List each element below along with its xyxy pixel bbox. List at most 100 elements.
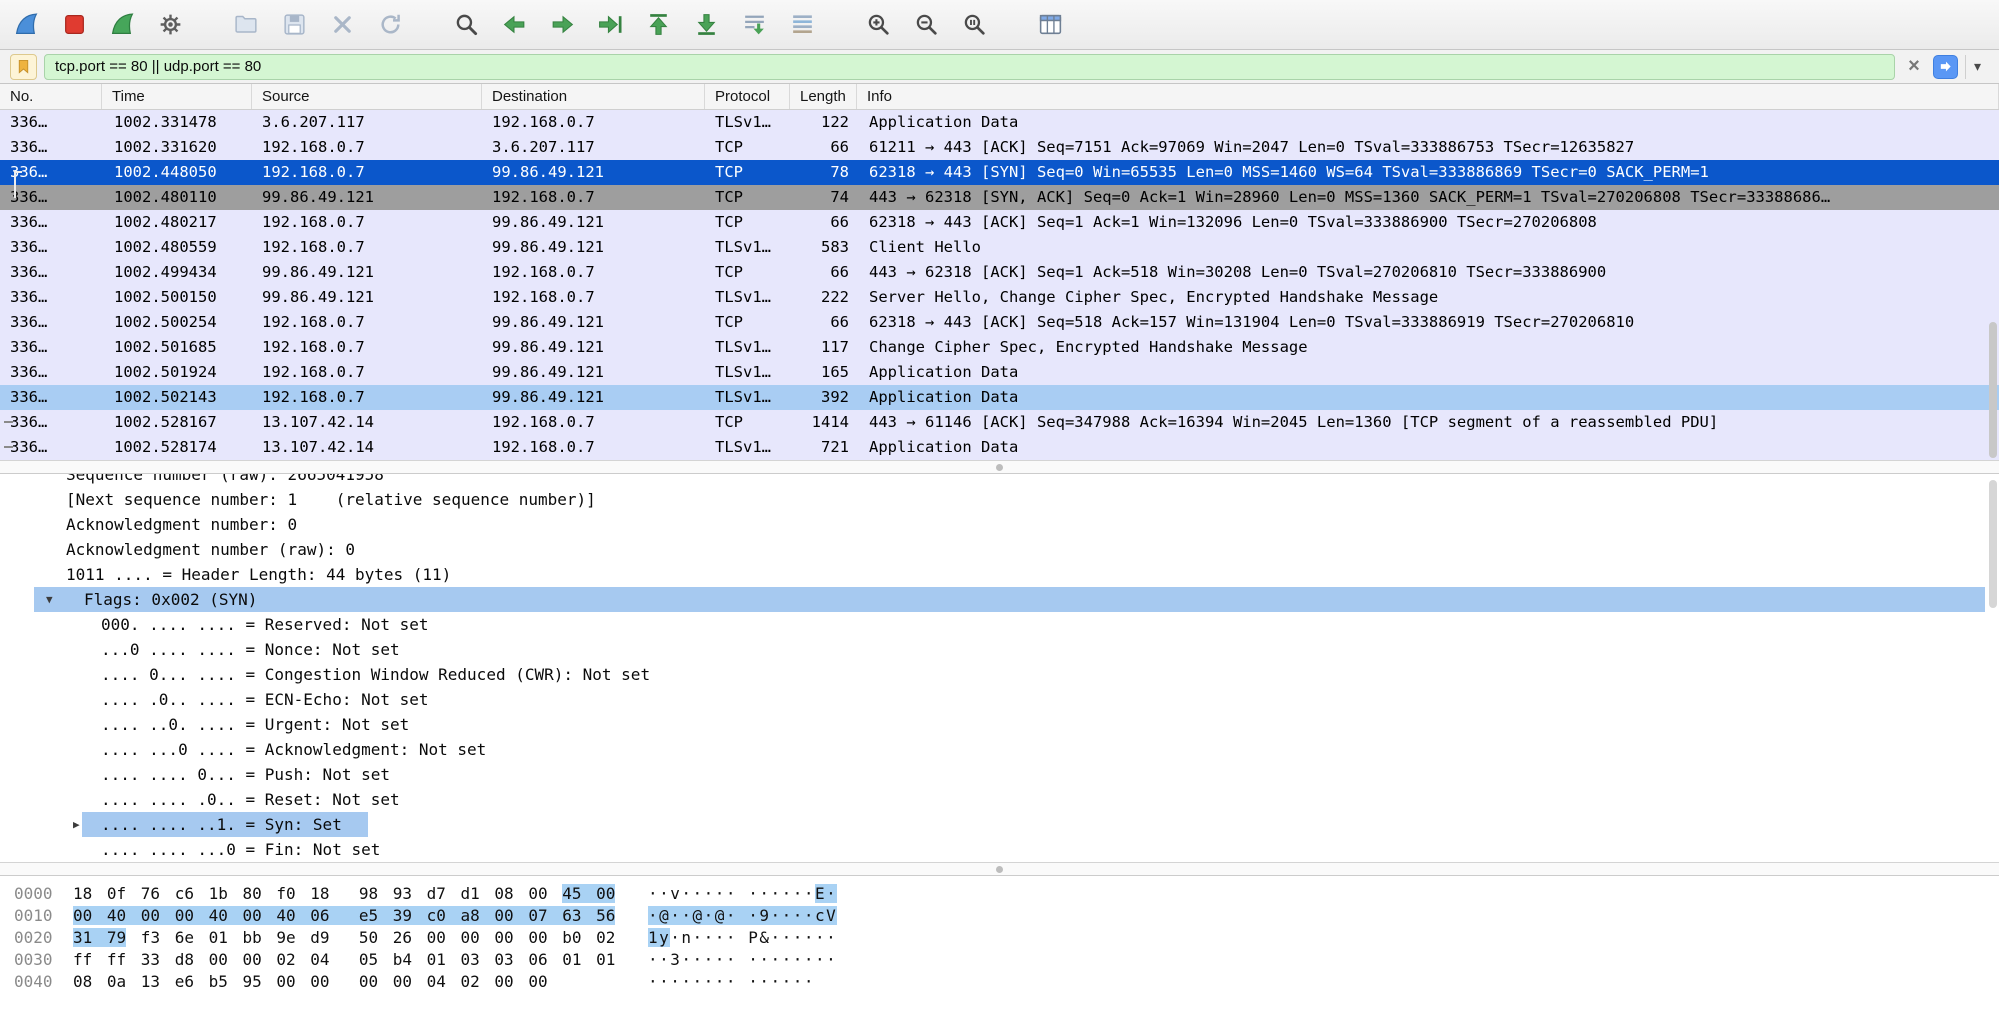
hex-row[interactable]: 0030ff ff 33 d8 00 00 02 04 05 b4 01 03 … <box>0 949 1999 971</box>
packet-cell-time: 1002.448050 <box>102 160 252 185</box>
detail-line[interactable]: 000. .... .... = Reserved: Not set <box>0 612 1999 637</box>
packet-row[interactable]: 336…1002.48011099.86.49.121192.168.0.7TC… <box>0 185 1999 210</box>
packet-row[interactable]: 336…1002.52816713.107.42.14192.168.0.7TC… <box>0 410 1999 435</box>
hex-bytes: ff ff 33 d8 00 00 02 04 05 b4 01 03 03 0… <box>73 949 648 971</box>
packet-cell-no: 336… <box>0 235 102 260</box>
hex-row[interactable]: 000018 0f 76 c6 1b 80 f0 18 98 93 d7 d1 … <box>0 883 1999 905</box>
packet-row[interactable]: 336…1002.331620192.168.0.73.6.207.117TCP… <box>0 135 1999 160</box>
hex-bytes: 18 0f 76 c6 1b 80 f0 18 98 93 d7 d1 08 0… <box>73 883 648 905</box>
packet-cell-src: 192.168.0.7 <box>252 360 482 385</box>
column-header-source[interactable]: Source <box>252 84 482 109</box>
stop-capture-button[interactable] <box>56 7 92 43</box>
find-packet-button[interactable] <box>448 7 484 43</box>
filter-input[interactable]: tcp.port == 80 || udp.port == 80 <box>44 54 1895 80</box>
packet-list-scrollbar[interactable] <box>1989 322 1997 458</box>
packet-cell-len: 392 <box>790 385 857 410</box>
filter-clear-button[interactable]: × <box>1902 55 1926 79</box>
detail-line[interactable]: Sequence number (raw): 2665041958 <box>0 474 1999 487</box>
column-header-destination[interactable]: Destination <box>482 84 705 109</box>
column-header-protocol[interactable]: Protocol <box>705 84 790 109</box>
packet-cell-len: 66 <box>790 135 857 160</box>
packet-cell-proto: TCP <box>705 410 790 435</box>
hex-ascii: ··v····· ······E· <box>648 883 837 905</box>
zoom-in-button[interactable] <box>860 7 896 43</box>
hex-bytes: 00 40 00 00 40 00 40 06 e5 39 c0 a8 00 0… <box>73 905 648 927</box>
packet-row[interactable]: 336…1002.480559192.168.0.799.86.49.121TL… <box>0 235 1999 260</box>
packet-cell-len: 74 <box>790 185 857 210</box>
detail-line[interactable]: ...0 .... .... = Nonce: Not set <box>0 637 1999 662</box>
detail-line[interactable]: .... .... ...0 = Fin: Not set <box>0 837 1999 862</box>
restart-capture-button[interactable] <box>104 7 140 43</box>
zoom-in-icon <box>865 11 892 38</box>
packet-cell-time: 1002.480217 <box>102 210 252 235</box>
column-header-info[interactable]: Info <box>857 84 1999 109</box>
detail-line[interactable]: .... ..0. .... = Urgent: Not set <box>0 712 1999 737</box>
packet-cell-len: 66 <box>790 260 857 285</box>
packet-row[interactable]: 336…1002.52817413.107.42.14192.168.0.7TL… <box>0 435 1999 460</box>
details-scrollbar[interactable] <box>1989 480 1997 608</box>
hex-ascii: 1y·n···· P&······ <box>648 927 837 949</box>
expand-icon[interactable]: ▶ <box>73 812 80 837</box>
detail-line[interactable]: ▼Flags: 0x002 (SYN) <box>0 587 1999 612</box>
detail-line[interactable]: Acknowledgment number (raw): 0 <box>0 537 1999 562</box>
go-forward-button[interactable] <box>544 7 580 43</box>
packet-row[interactable]: 336…1002.50015099.86.49.121192.168.0.7TL… <box>0 285 1999 310</box>
detail-line[interactable]: ▶.... .... ..1. = Syn: Set <box>0 812 1999 837</box>
packet-row[interactable]: 336…1002.500254192.168.0.799.86.49.121TC… <box>0 310 1999 335</box>
detail-line[interactable]: 1011 .... = Header Length: 44 bytes (11) <box>0 562 1999 587</box>
collapse-icon[interactable]: ▼ <box>46 587 53 612</box>
detail-line[interactable]: Acknowledgment number: 0 <box>0 512 1999 537</box>
packet-row[interactable]: 336…1002.448050192.168.0.799.86.49.121TC… <box>0 160 1999 185</box>
go-to-packet-button[interactable] <box>592 7 628 43</box>
packet-cell-info: 61211 → 443 [ACK] Seq=7151 Ack=97069 Win… <box>857 135 1999 160</box>
colorize-button[interactable] <box>784 7 820 43</box>
detail-line[interactable]: .... 0... .... = Congestion Window Reduc… <box>0 662 1999 687</box>
filter-bookmark-button[interactable] <box>10 54 37 80</box>
detail-line[interactable]: [Next sequence number: 1 (relative seque… <box>0 487 1999 512</box>
detail-line[interactable]: .... .... 0... = Push: Not set <box>0 762 1999 787</box>
zoom-reset-button[interactable] <box>956 7 992 43</box>
close-file-button <box>324 7 360 43</box>
hex-row[interactable]: 001000 40 00 00 40 00 40 06 e5 39 c0 a8 … <box>0 905 1999 927</box>
packet-cell-proto: TLSv1… <box>705 110 790 135</box>
filter-dropdown-button[interactable]: ▾ <box>1965 55 1989 79</box>
packet-cell-dst: 99.86.49.121 <box>482 310 705 335</box>
column-header-time[interactable]: Time <box>102 84 252 109</box>
hex-row[interactable]: 002031 79 f3 6e 01 bb 9e d9 50 26 00 00 … <box>0 927 1999 949</box>
start-capture-button[interactable] <box>8 7 44 43</box>
hex-row[interactable]: 004008 0a 13 e6 b5 95 00 00 00 00 04 02 … <box>0 971 1999 993</box>
zoom-out-button[interactable] <box>908 7 944 43</box>
go-first-button[interactable] <box>640 7 676 43</box>
go-back-button[interactable] <box>496 7 532 43</box>
resize-columns-button[interactable] <box>1032 7 1068 43</box>
column-header-no[interactable]: No. <box>0 84 102 109</box>
auto-scroll-button[interactable] <box>736 7 772 43</box>
packet-row[interactable]: 336…1002.501924192.168.0.799.86.49.121TL… <box>0 360 1999 385</box>
detail-text: 000. .... .... = Reserved: Not set <box>101 615 429 634</box>
capture-options-button[interactable] <box>152 7 188 43</box>
detail-line[interactable]: .... ...0 .... = Acknowledgment: Not set <box>0 737 1999 762</box>
find-packet-icon <box>453 11 480 38</box>
zoom-out-icon <box>913 11 940 38</box>
packet-row[interactable]: 336…1002.502143192.168.0.799.86.49.121TL… <box>0 385 1999 410</box>
column-header-length[interactable]: Length <box>790 84 857 109</box>
packet-row[interactable]: 336…1002.501685192.168.0.799.86.49.121TL… <box>0 335 1999 360</box>
filter-apply-button[interactable] <box>1933 55 1958 79</box>
pane-splitter-top[interactable] <box>0 460 1999 474</box>
pane-splitter-bottom[interactable] <box>0 862 1999 876</box>
detail-line[interactable]: .... .0.. .... = ECN-Echo: Not set <box>0 687 1999 712</box>
go-last-button[interactable] <box>688 7 724 43</box>
packet-row[interactable]: 336…1002.3314783.6.207.117192.168.0.7TLS… <box>0 110 1999 135</box>
detail-line[interactable]: .... .... .0.. = Reset: Not set <box>0 787 1999 812</box>
packet-cell-info: Application Data <box>857 435 1999 460</box>
packet-cell-src: 192.168.0.7 <box>252 210 482 235</box>
reload-file-icon <box>377 11 404 38</box>
packet-row[interactable]: 336…1002.480217192.168.0.799.86.49.121TC… <box>0 210 1999 235</box>
hex-ascii: ··3····· ········ <box>648 949 837 971</box>
packet-cell-proto: TCP <box>705 260 790 285</box>
packet-row[interactable]: 336…1002.49943499.86.49.121192.168.0.7TC… <box>0 260 1999 285</box>
detail-text: Sequence number (raw): 2665041958 <box>66 474 384 484</box>
packet-cell-dst: 99.86.49.121 <box>482 235 705 260</box>
packet-list: 336…1002.3314783.6.207.117192.168.0.7TLS… <box>0 110 1999 460</box>
filter-bar: tcp.port == 80 || udp.port == 80 × ▾ <box>0 50 1999 84</box>
